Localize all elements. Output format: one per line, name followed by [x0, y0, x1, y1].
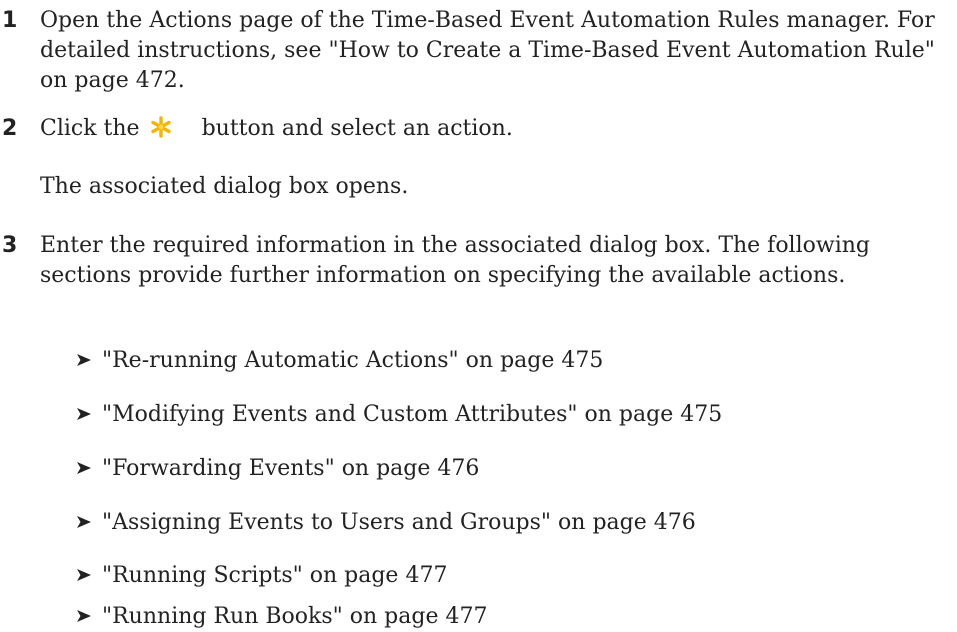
list-item[interactable]: "Modifying Events and Custom Attributes"…: [76, 400, 722, 430]
link-text[interactable]: "Modifying Events and Custom Attributes"…: [102, 402, 722, 427]
list-item[interactable]: "Running Scripts" on page 477: [76, 561, 447, 591]
list-item[interactable]: "Re-running Automatic Actions" on page 4…: [76, 346, 603, 376]
asterisk-new-icon: [148, 116, 174, 138]
step-text: Open the Actions page of the Time-Based …: [40, 8, 935, 93]
link-text[interactable]: "Assigning Events to Users and Groups" o…: [102, 510, 696, 535]
arrow-bullet-icon: [76, 346, 92, 366]
link-text[interactable]: "Forwarding Events" on page 476: [102, 456, 479, 481]
step-text-before: Click the: [40, 116, 140, 141]
step-number: 3: [2, 233, 18, 258]
link-text[interactable]: "Running Scripts" on page 477: [102, 563, 447, 588]
document-page: 1 Open the Actions page of the Time-Base…: [0, 0, 957, 630]
arrow-bullet-icon: [76, 602, 92, 622]
step-text-after: button and select an action.: [201, 116, 513, 141]
step-2-note: The associated dialog box opens.: [40, 174, 409, 199]
list-item[interactable]: "Running Run Books" on page 477: [76, 602, 487, 632]
arrow-bullet-icon: [76, 508, 92, 528]
arrow-bullet-icon: [76, 454, 92, 474]
link-text[interactable]: "Running Run Books" on page 477: [102, 604, 487, 629]
arrow-bullet-icon: [76, 400, 92, 420]
step-text: Enter the required information in the as…: [40, 233, 870, 288]
step-number: 1: [2, 8, 18, 33]
arrow-bullet-icon: [76, 561, 92, 581]
list-item[interactable]: "Forwarding Events" on page 476: [76, 454, 479, 484]
list-item[interactable]: "Assigning Events to Users and Groups" o…: [76, 508, 696, 538]
step-text: Click the button and select an action.: [40, 114, 950, 144]
step-number: 2: [2, 116, 18, 141]
link-text[interactable]: "Re-running Automatic Actions" on page 4…: [102, 348, 603, 373]
